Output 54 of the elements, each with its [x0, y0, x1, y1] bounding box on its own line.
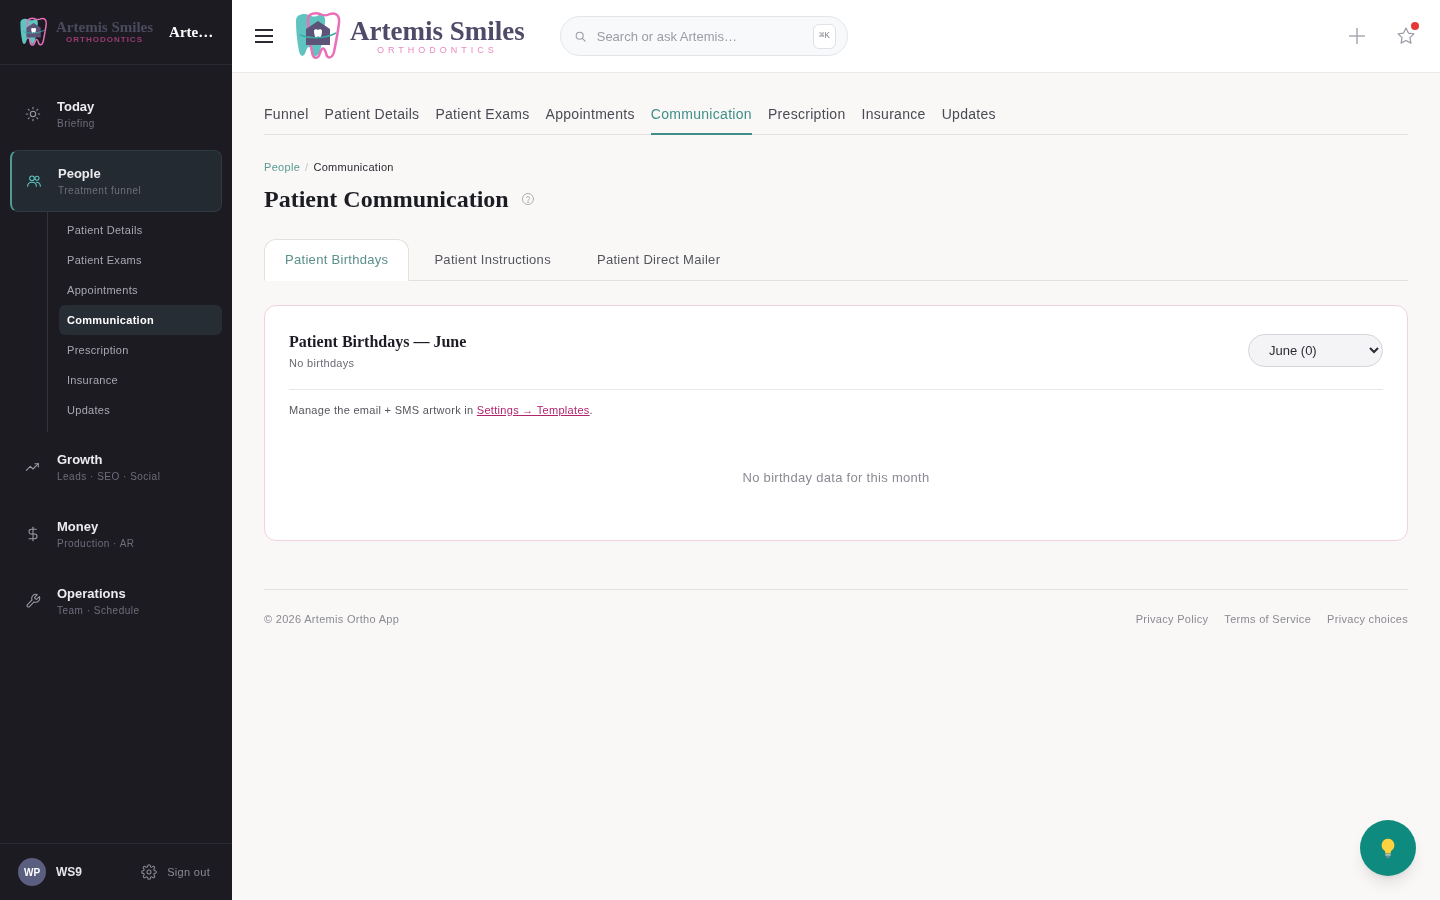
nav-tab[interactable]: Funnel: [264, 95, 309, 135]
card-subtitle: No birthdays: [289, 356, 356, 371]
logo-name: Artemis Smiles: [350, 17, 525, 45]
settings-icon: [141, 864, 158, 880]
template-note: Manage the email + SMS artwork in Settings → Templates.: [289, 402, 594, 418]
nav-item[interactable]: People Treatment funnel: [10, 150, 222, 212]
tooth-logo-icon: [18, 17, 48, 47]
people-icon: [26, 173, 42, 189]
menu-icon: [255, 29, 273, 43]
nav-tab[interactable]: Patient Details: [324, 95, 420, 135]
user-name: WS9: [56, 864, 82, 881]
nav-subitem[interactable]: Patient Exams: [59, 245, 222, 275]
menu-button[interactable]: [255, 29, 273, 43]
nav-tab[interactable]: Insurance: [861, 95, 926, 135]
nav-tab[interactable]: Prescription: [767, 95, 846, 135]
plus-icon: [1348, 27, 1366, 45]
nav-subitem[interactable]: Prescription: [59, 335, 222, 365]
nav-subitem[interactable]: Insurance: [59, 365, 222, 395]
nav-item[interactable]: Money Production · AR: [10, 503, 222, 565]
sign-out-link[interactable]: Sign out: [167, 863, 210, 881]
logo-tagline: ORTHODONTICS: [376, 45, 498, 55]
settings-button[interactable]: [141, 864, 158, 880]
nav-subitem[interactable]: Appointments: [59, 275, 222, 305]
month-select[interactable]: June (0): [1248, 334, 1383, 367]
breadcrumb-current: Communication: [313, 160, 394, 175]
nav-tab[interactable]: Appointments: [545, 95, 635, 135]
nav-item[interactable]: Growth Leads · SEO · Social: [10, 436, 222, 498]
nav-tab[interactable]: Patient Exams: [435, 95, 530, 135]
user-initials[interactable]: WP: [18, 858, 46, 886]
card-title: Patient Birthdays — June: [289, 332, 467, 352]
dollar-icon: [25, 526, 41, 542]
brand-title: Arte…: [169, 22, 214, 42]
section-tab[interactable]: Patient Birthdays: [264, 239, 410, 281]
breadcrumb-separator: /: [305, 160, 309, 175]
nav-subitem[interactable]: Updates: [59, 395, 222, 425]
star-icon: [1396, 26, 1416, 46]
logo-tagline: ORTHODONTICS: [66, 36, 143, 44]
logo-name: Artemis Smiles: [56, 20, 154, 35]
sun-icon: [25, 106, 41, 122]
nav-subitem[interactable]: Patient Details: [59, 215, 222, 245]
section-tab[interactable]: Patient Direct Mailer: [575, 239, 742, 281]
empty-message: No birthday data for this month: [741, 469, 931, 487]
page-title: Patient Communication: [264, 185, 509, 214]
nav-item[interactable]: Today Briefing: [10, 83, 222, 145]
nav-tab[interactable]: Updates: [941, 95, 996, 135]
templates-link[interactable]: Settings → Templates: [476, 403, 590, 416]
section-tab[interactable]: Patient Instructions: [413, 239, 572, 281]
lightbulb-button[interactable]: [1360, 820, 1416, 876]
copyright-text: © 2026 Artemis Ortho App: [264, 611, 400, 627]
nav-tab[interactable]: Communication: [650, 95, 752, 135]
nav-subitem[interactable]: Communication: [59, 305, 222, 335]
nav-item[interactable]: Operations Team · Schedule: [10, 570, 222, 632]
search-icon: [573, 30, 587, 43]
wrench-icon: [25, 593, 41, 609]
